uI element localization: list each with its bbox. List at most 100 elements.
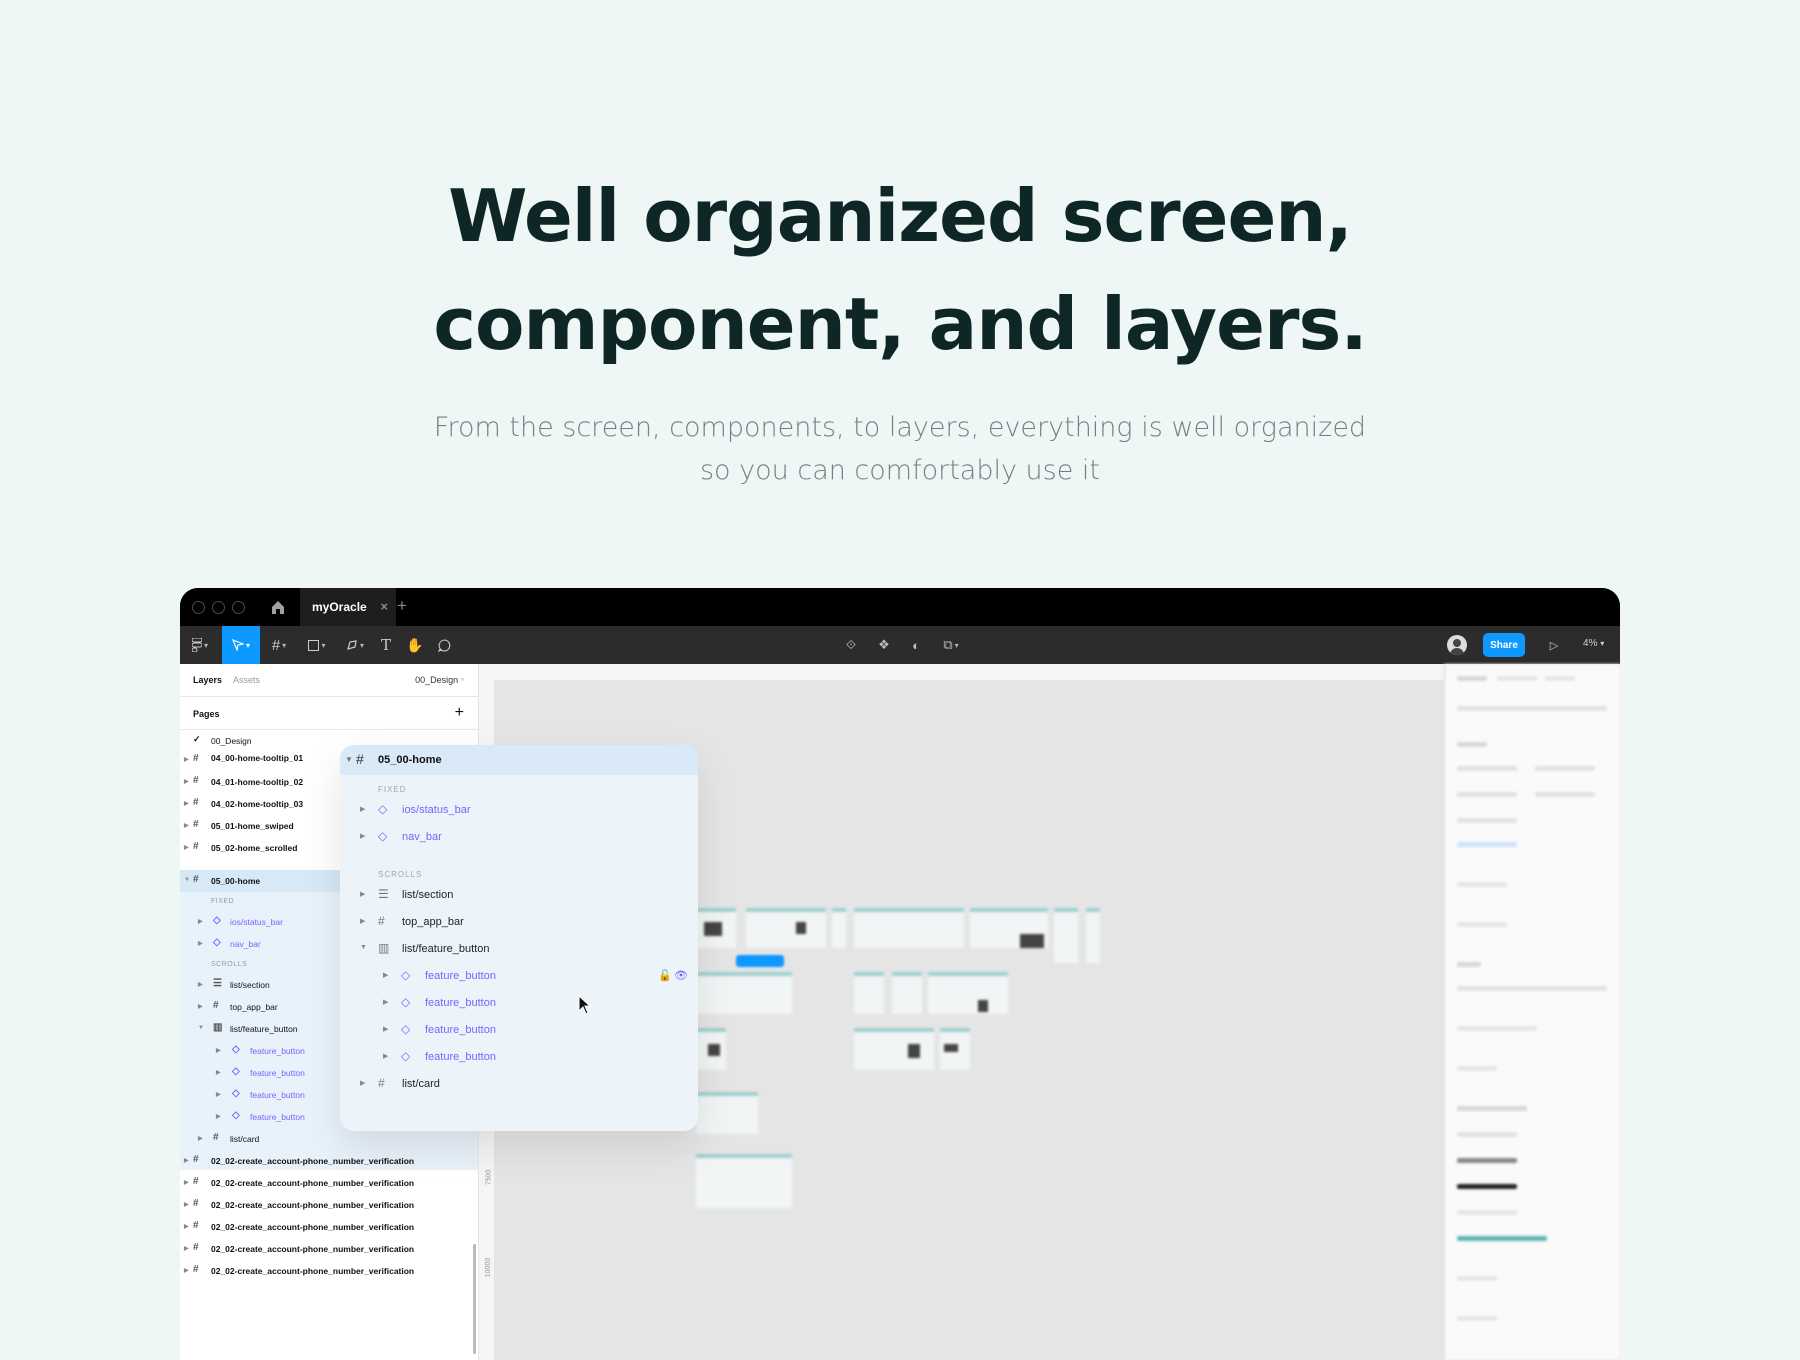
popup-layer-row[interactable]: ▶ ◇ feature_button [340, 1017, 698, 1044]
move-tool-button[interactable]: ▾ [222, 626, 260, 664]
layer-label: feature_button [250, 1090, 305, 1100]
lock-icon[interactable]: 🔓 [658, 969, 672, 982]
mouse-cursor-icon [578, 995, 592, 1015]
ruler-mark: 10000 [485, 1257, 493, 1278]
pen-tool-button[interactable]: ▾ [340, 626, 370, 664]
popup-layer-label: ios/status_bar [402, 804, 471, 816]
create-component-button[interactable]: ❖ [874, 626, 894, 664]
popup-layer-row[interactable]: ▶ ◇ feature_button [340, 1044, 698, 1071]
frame-icon: # [193, 1242, 199, 1253]
new-tab-icon[interactable]: + [397, 596, 407, 616]
horizontal-ruler [494, 664, 1444, 680]
chevron-right-icon: ▶ [198, 1004, 203, 1010]
file-tab[interactable]: myOracle × [300, 588, 396, 626]
layer-label: list/feature_button [230, 1024, 298, 1034]
popup-layer-row[interactable]: ▶ ◇ ios/status_bar [340, 797, 698, 824]
canvas-frame[interactable] [696, 1154, 792, 1208]
popup-layer-row-hovered[interactable]: ▶ ◇ feature_button 🔓 👁 [340, 963, 698, 990]
canvas-frame[interactable] [854, 908, 964, 948]
eye-icon[interactable]: 👁 [674, 969, 688, 982]
layer-row[interactable]: ▶ # 02_02-create_account-phone_number_ver… [180, 1216, 478, 1238]
layer-row[interactable]: ▶ # 02_02-create_account-phone_number_ver… [180, 1260, 478, 1282]
chevron-right-icon: ▶ [383, 1026, 389, 1033]
popup-layer-row[interactable]: ▶ ☰ list/section [340, 882, 698, 909]
tab-assets[interactable]: Assets [233, 675, 260, 685]
mask-button[interactable]: ◐ [906, 626, 926, 664]
layer-row[interactable]: ▶ # list/card [180, 1128, 478, 1150]
rectangle-icon [308, 639, 320, 651]
shape-tool-button[interactable]: ▾ [302, 626, 332, 664]
canvas-frame[interactable] [746, 908, 826, 948]
popup-layer-row[interactable]: ▼ ▥ list/feature_button [340, 936, 698, 963]
layer-row[interactable]: ▶ # 02_02-create_account-phone_number_ver… [180, 1172, 478, 1194]
frame-tool-button[interactable]: # ▾ [264, 626, 294, 664]
chevron-right-icon: ▶ [383, 1053, 389, 1060]
popup-frame-row[interactable]: ▼ # 05_00-home [340, 745, 698, 775]
user-avatar-icon [1450, 639, 1464, 655]
present-button[interactable]: ▷ [1544, 626, 1564, 664]
canvas-frame[interactable] [928, 972, 1008, 1014]
canvas-frame[interactable] [832, 908, 846, 948]
chevron-right-icon: ▶ [184, 757, 189, 763]
canvas-frame[interactable] [1054, 908, 1078, 963]
page-selector-label: 00_Design [415, 675, 459, 685]
comment-tool-button[interactable] [434, 626, 454, 664]
scrollbar[interactable] [473, 1244, 476, 1354]
avatar[interactable] [1447, 635, 1467, 655]
frame-icon: # [378, 914, 385, 928]
chevron-right-icon: ▶ [198, 919, 203, 925]
layer-row[interactable]: ▶ # 02_02-create_account-phone_number_ver… [180, 1194, 478, 1216]
canvas-frame[interactable] [696, 1028, 726, 1070]
canvas-frame[interactable] [696, 1092, 758, 1134]
chevron-down-icon: ▼ [345, 755, 353, 764]
chevron-right-icon: ▶ [216, 1114, 221, 1120]
canvas-frame[interactable] [1086, 908, 1100, 963]
component-set-button[interactable]: ⟐ [841, 626, 861, 664]
chevron-right-icon: ▶ [198, 941, 203, 947]
fixed-section-label: FIXED [378, 785, 407, 794]
component-instance-icon: ◇ [232, 1044, 240, 1055]
boolean-button[interactable]: ⧉ ▾ [936, 626, 966, 664]
popup-layer-row[interactable]: ▶ ◇ feature_button [340, 990, 698, 1017]
popup-layer-row[interactable]: ▶ # list/card [340, 1071, 698, 1098]
popup-layer-label: nav_bar [402, 831, 442, 843]
popup-layer-label: feature_button [425, 997, 496, 1009]
frame-icon: # [193, 797, 199, 808]
minimize-window-button[interactable] [212, 601, 225, 614]
cursor-icon [231, 639, 244, 651]
text-tool-button[interactable]: T [376, 626, 396, 664]
chevron-right-icon: ▶ [360, 806, 366, 813]
canvas-frame[interactable] [940, 1028, 970, 1070]
layer-label: 04_01-home-tooltip_02 [211, 777, 304, 787]
layer-label: feature_button [250, 1112, 305, 1122]
canvas-frame[interactable] [696, 908, 736, 948]
frame-icon: # [193, 1154, 199, 1165]
close-tab-icon[interactable]: × [380, 599, 388, 614]
hero-title: Well organized screen, component, and la… [0, 162, 1800, 378]
home-icon[interactable] [270, 599, 286, 615]
chevron-right-icon: ▶ [360, 1080, 366, 1087]
popup-layer-row[interactable]: ▶ ◇ nav_bar [340, 824, 698, 851]
layer-row[interactable]: ▶ # 02_02-create_account-phone_number_ver… [180, 1238, 478, 1260]
add-page-icon[interactable]: + [455, 704, 464, 722]
canvas-frame[interactable] [854, 972, 884, 1014]
canvas-frame[interactable] [854, 1028, 934, 1070]
canvas-frame[interactable] [892, 972, 922, 1014]
popup-layer-row[interactable]: ▶ # top_app_bar [340, 909, 698, 936]
chevron-right-icon: ▶ [184, 1246, 189, 1252]
zoom-dropdown[interactable]: 4% ▾ [1583, 638, 1604, 649]
share-button[interactable]: Share [1483, 633, 1525, 657]
chevron-down-icon: ▾ [359, 640, 364, 650]
canvas-frame[interactable] [696, 972, 792, 1014]
main-menu-button[interactable]: ▾ [186, 626, 214, 664]
chevron-down-icon: ▾ [1600, 639, 1605, 648]
layer-row[interactable]: ▶ # 02_02-create_account-phone_number_ver… [180, 1150, 478, 1172]
maximize-window-button[interactable] [232, 601, 245, 614]
page-selector[interactable]: 00_Design ^ [415, 675, 464, 685]
chevron-right-icon: ▶ [184, 823, 189, 829]
tab-layers[interactable]: Layers [193, 675, 222, 685]
pen-icon [347, 640, 357, 650]
canvas-frame[interactable] [970, 908, 1048, 948]
close-window-button[interactable] [192, 601, 205, 614]
hand-tool-button[interactable]: ✋ [404, 626, 426, 664]
